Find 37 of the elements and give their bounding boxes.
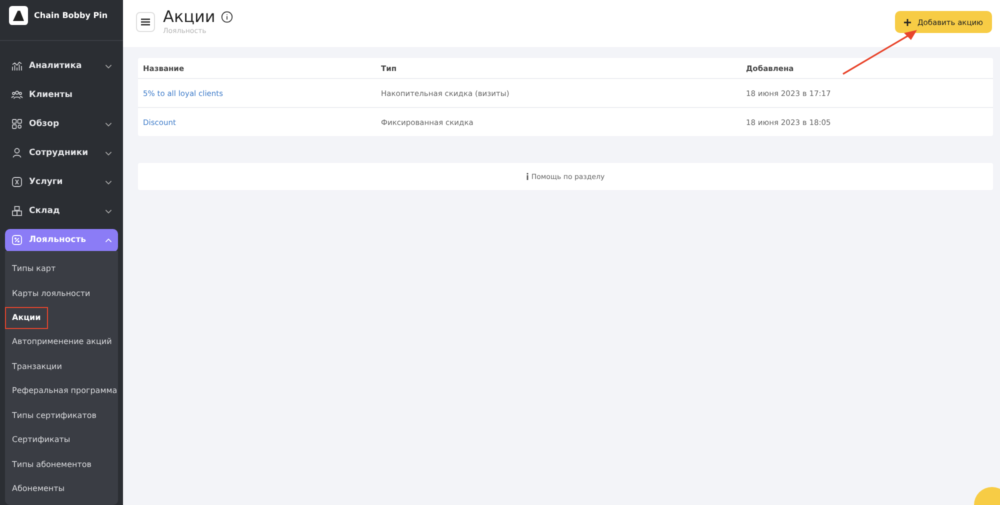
submenu-item[interactable]: Типы абонементов: [6, 452, 117, 476]
sidebar-item[interactable]: Обзор: [5, 112, 118, 136]
percent-icon: [11, 234, 23, 246]
boxes-icon: [11, 205, 23, 217]
submenu-item[interactable]: Транзакции: [6, 354, 117, 378]
submenu-item[interactable]: Автоприменение акций: [6, 330, 117, 354]
sidebar-item[interactable]: Аналитика: [5, 54, 118, 78]
logo-icon: [9, 6, 28, 25]
menu-button[interactable]: [136, 12, 155, 32]
chevron-icon: [105, 150, 112, 156]
person-icon: [11, 147, 23, 159]
sidebar-item[interactable]: Клиенты: [5, 84, 118, 106]
submenu-item[interactable]: Абонементы: [6, 476, 117, 501]
submenu-item[interactable]: Акции: [6, 308, 47, 328]
tag-icon: [11, 176, 23, 188]
chevron-icon: [105, 64, 112, 68]
submenu-item[interactable]: Сертификаты: [6, 428, 117, 452]
submenu-item[interactable]: Реферальная программа: [6, 378, 117, 403]
page-title: Акции: [163, 7, 216, 26]
submenu-item[interactable]: Карты лояльности: [6, 281, 117, 306]
sidebar-item[interactable]: Услуги: [5, 170, 118, 194]
chart-icon: [11, 60, 23, 72]
info-icon: [526, 173, 530, 180]
submenu-item[interactable]: Типы сертификатов: [6, 403, 117, 428]
brand-name: Chain Bobby Pin: [34, 10, 108, 20]
plus-icon: [904, 18, 912, 26]
chevron-icon: [105, 208, 112, 214]
chevron-icon: [105, 122, 112, 126]
sidebar-item[interactable]: Сотрудники: [5, 142, 118, 164]
submenu-item[interactable]: Типы карт: [6, 256, 117, 281]
menu-icon: [141, 18, 150, 26]
people-icon: [11, 89, 23, 101]
chevron-icon: [105, 180, 112, 184]
chevron-icon: [105, 238, 112, 242]
info-icon[interactable]: [221, 10, 234, 22]
grid-icon: [11, 118, 23, 130]
sidebar-item[interactable]: Склад: [5, 200, 118, 222]
